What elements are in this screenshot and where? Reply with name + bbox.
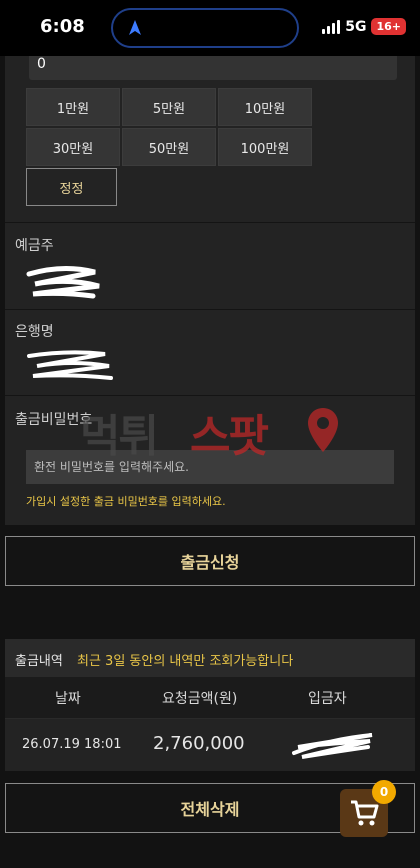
divider xyxy=(5,222,415,223)
amount-button-1000000[interactable]: 100만원 xyxy=(218,128,312,166)
password-help-text: 가입시 설정한 출금 비밀번호를 입력하세요. xyxy=(26,495,226,508)
column-amount: 요청금액(원) xyxy=(162,691,238,707)
history-note: 최근 3일 동안의 내역만 조회가능합니다 xyxy=(77,654,294,669)
amount-button-50000[interactable]: 5만원 xyxy=(122,88,216,126)
redacted-depositor-scribble xyxy=(292,733,373,759)
amount-input[interactable]: 0 xyxy=(29,56,397,80)
cart-count-badge: 0 xyxy=(372,780,396,804)
amount-button-300000[interactable]: 30만원 xyxy=(26,128,120,166)
withdraw-submit-button[interactable]: 출금신청 xyxy=(5,536,415,586)
watermark-text-right: 스팟 xyxy=(190,411,269,462)
depositor-label: 예금주 xyxy=(15,238,54,254)
history-header: 출금내역 최근 3일 동안의 내역만 조회가능합니다 xyxy=(5,639,415,677)
amount-button-10000[interactable]: 1만원 xyxy=(26,88,120,126)
watermark-text-left: 먹튀 xyxy=(80,411,159,462)
table-row: 26.07.19 18:01 2,760,000 xyxy=(5,719,415,771)
battery-icon: 16+ xyxy=(371,18,406,35)
amount-value: 0 xyxy=(37,56,46,72)
history-column-headers: 날짜 요청금액(원) 입금자 xyxy=(5,677,415,719)
divider xyxy=(5,309,415,310)
bank-label: 은행명 xyxy=(15,324,54,340)
navigation-arrow-icon xyxy=(129,20,141,35)
dynamic-island xyxy=(111,8,299,48)
redacted-depositor-scribble xyxy=(26,265,100,299)
redacted-bank-scribble xyxy=(27,350,113,380)
history-title: 출금내역 xyxy=(15,654,63,669)
status-bar: 6:08 5G 16+ xyxy=(0,0,420,56)
status-time: 6:08 xyxy=(40,16,85,37)
row-date: 26.07.19 18:01 xyxy=(22,737,122,752)
shopping-cart-icon xyxy=(351,800,379,826)
column-depositor: 입금자 xyxy=(308,691,347,707)
column-date: 날짜 xyxy=(55,691,81,707)
row-amount: 2,760,000 xyxy=(153,733,245,754)
divider xyxy=(5,395,415,396)
watermark-logo: 먹튀 스팟 xyxy=(80,400,360,462)
amount-button-100000[interactable]: 10만원 xyxy=(218,88,312,126)
amount-button-500000[interactable]: 50만원 xyxy=(122,128,216,166)
reset-button[interactable]: 정정 xyxy=(26,168,117,206)
location-pin-icon xyxy=(308,408,338,452)
status-indicators: 5G 16+ xyxy=(322,18,406,35)
cellular-signal-icon xyxy=(322,19,341,34)
network-type: 5G xyxy=(345,18,367,35)
